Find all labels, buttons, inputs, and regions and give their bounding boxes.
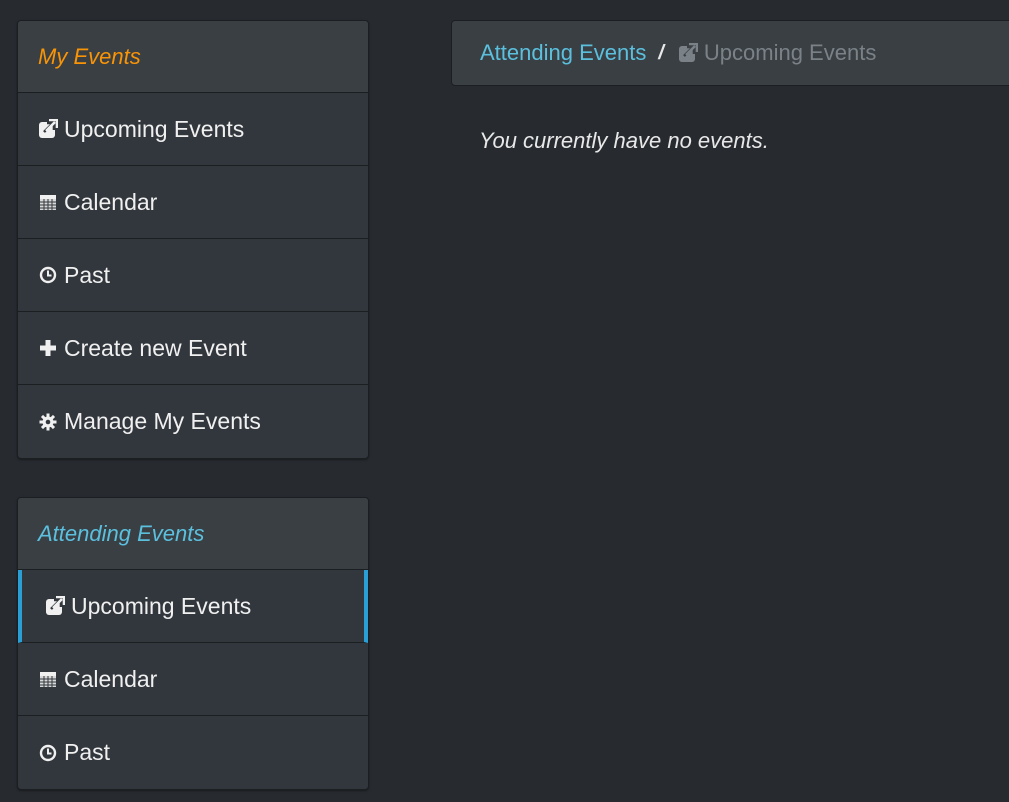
my-events-panel: My Events Upcoming Events Calendar Past … (17, 20, 369, 459)
attending-events-heading: Attending Events (18, 498, 368, 570)
clock-icon (38, 265, 58, 285)
my-events-calendar-item[interactable]: Calendar (18, 166, 368, 239)
breadcrumb-current-label: Upcoming Events (703, 40, 877, 65)
calendar-icon (38, 669, 58, 689)
attending-calendar-item[interactable]: Calendar (18, 643, 368, 716)
external-link-icon (38, 119, 58, 139)
breadcrumb-current: Upcoming Events (678, 40, 876, 66)
my-events-upcoming-item[interactable]: Upcoming Events (18, 93, 368, 166)
breadcrumb-separator: / (658, 41, 664, 64)
plus-icon (38, 338, 58, 358)
breadcrumb-attending-events-link[interactable]: Attending Events (480, 40, 646, 66)
manage-my-events-item[interactable]: Manage My Events (18, 385, 368, 458)
attending-upcoming-item[interactable]: Upcoming Events (18, 570, 368, 643)
attending-events-panel: Attending Events Upcoming Events Calenda… (17, 497, 369, 790)
manage-my-events-label: Manage My Events (64, 408, 261, 434)
attending-upcoming-label: Upcoming Events (71, 592, 252, 619)
create-new-event-label: Create new Event (64, 334, 247, 361)
my-events-heading: My Events (18, 21, 368, 93)
my-events-calendar-label: Calendar (64, 188, 158, 215)
gear-icon (38, 412, 58, 432)
clock-icon (38, 743, 58, 763)
external-link-icon (678, 43, 698, 63)
my-events-upcoming-label: Upcoming Events (64, 115, 245, 142)
my-events-past-item[interactable]: Past (18, 239, 368, 312)
attending-past-label: Past (64, 739, 111, 765)
external-link-icon (45, 596, 65, 616)
sidebar: My Events Upcoming Events Calendar Past … (17, 20, 369, 790)
empty-events-message: You currently have no events. (479, 128, 769, 153)
breadcrumb: Attending Events / Upcoming Events (451, 20, 1009, 86)
my-events-past-label: Past (64, 261, 111, 288)
calendar-icon (38, 192, 58, 212)
attending-calendar-label: Calendar (64, 665, 158, 692)
attending-past-item[interactable]: Past (18, 716, 368, 789)
create-new-event-item[interactable]: Create new Event (18, 312, 368, 385)
